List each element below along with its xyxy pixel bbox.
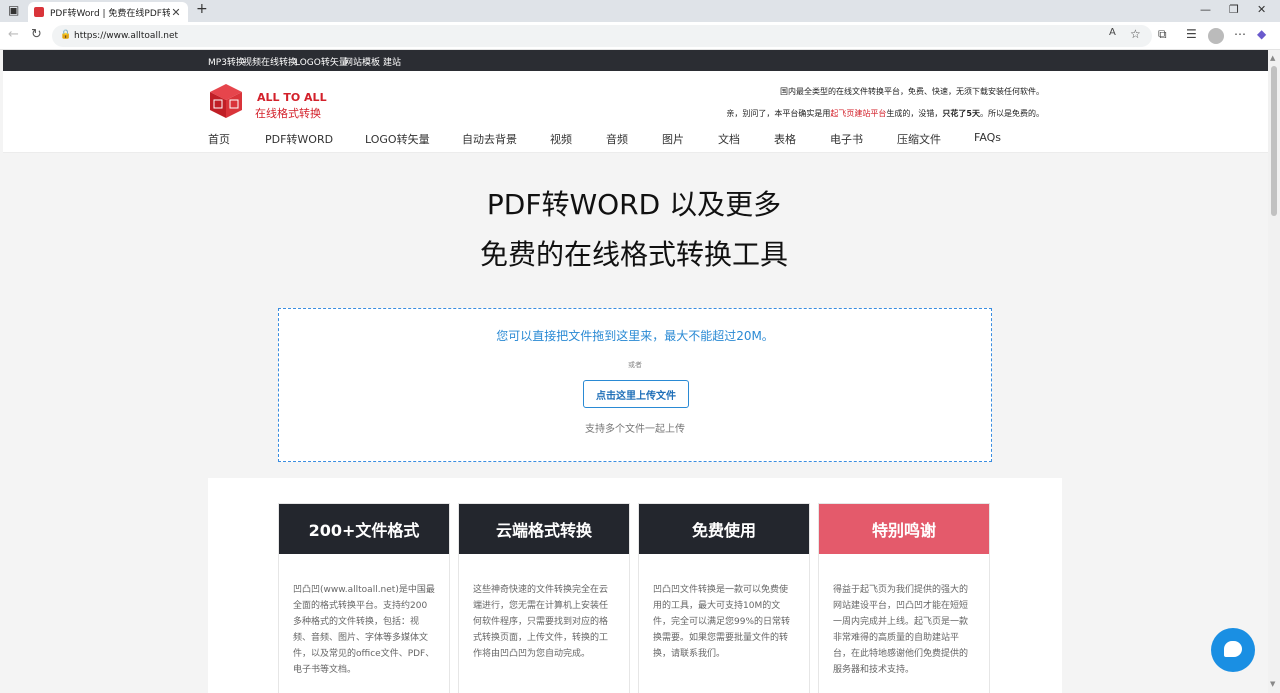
favorites-icon[interactable]: ☰ <box>1186 27 1197 41</box>
copilot-icon[interactable]: ◆ <box>1257 27 1266 41</box>
topbar-link-logo[interactable]: LOGO转矢量 <box>295 55 348 68</box>
hero-title-line-2: 免费的在线格式转换工具 <box>479 238 788 271</box>
url-text: https://www.alltoall.net <box>74 31 179 41</box>
refresh-icon[interactable]: ↻ <box>31 27 42 42</box>
logo-text-cn[interactable]: 在线格式转换 <box>255 105 321 121</box>
dropzone-instruction: 您可以直接把文件拖到这里来，最大不能超过20M。 <box>496 329 774 343</box>
more-icon[interactable]: ⋯ <box>1234 27 1246 41</box>
nav-item-faqs[interactable]: FAQs <box>974 131 1001 144</box>
page-viewport: MP3转换 视频在线转换 LOGO转矢量 网站模板 建站 ALL TO ALL … <box>0 50 1268 693</box>
back-icon[interactable]: ← <box>8 27 19 42</box>
chat-bubble-icon <box>1224 641 1242 657</box>
card-body: 这些神奇快速的文件转换完全在云端进行，您无需在计算机上安装任何软件程序，只需要找… <box>473 585 609 659</box>
slogan2-part-b: 生成的，没错， <box>886 109 943 118</box>
card-title: 云端格式转换 <box>459 504 629 554</box>
dropzone-or: 或者 <box>628 361 642 369</box>
chat-button[interactable] <box>1211 628 1255 672</box>
file-dropzone[interactable]: 您可以直接把文件拖到这里来，最大不能超过20M。 或者 点击这里上传文件 支持多… <box>278 308 992 462</box>
browser-toolbar: ← ↻ 🔒 https://www.alltoall.net A ☆ ⧉ ☰ ⋯… <box>0 22 1280 50</box>
nav-item-image[interactable]: 图片 <box>662 131 684 147</box>
feature-card-formats: 200+文件格式 凹凸凹(www.alltoall.net)是中国最全面的格式转… <box>278 503 450 693</box>
nav-item-audio[interactable]: 音频 <box>606 131 628 147</box>
topbar-link-video[interactable]: 视频在线转换 <box>243 55 297 68</box>
nav-item-remove-bg[interactable]: 自动去背景 <box>462 131 517 147</box>
dropzone-multi-note: 支持多个文件一起上传 <box>585 424 685 435</box>
scroll-down-icon[interactable]: ▼ <box>1270 680 1275 688</box>
top-link-strip: MP3转换 视频在线转换 LOGO转矢量 网站模板 建站 <box>3 50 1268 71</box>
feature-card-cloud: 云端格式转换 这些神奇快速的文件转换完全在云端进行，您无需在计算机上安装任何软件… <box>458 503 630 693</box>
profile-avatar[interactable] <box>1208 28 1224 44</box>
nav-item-ebook[interactable]: 电子书 <box>830 131 863 147</box>
slogan2-part-a: 亲，别问了，本平台确实是用 <box>726 109 831 118</box>
nav-item-pdf2word[interactable]: PDF转WORD <box>265 131 333 147</box>
browser-tabbar: ▣ PDF转Word | 免费在线PDF转Word ✕ + — ❐ ✕ <box>0 0 1280 22</box>
nav-item-home[interactable]: 首页 <box>208 131 230 147</box>
topbar-link-mp3[interactable]: MP3转换 <box>208 55 245 68</box>
slogan-line-2: 亲，别问了，本平台确实是用起飞页建站平台生成的，没错，只花了5天。所以是免费的。 <box>726 108 1044 119</box>
card-body: 凹凸凹文件转换是一款可以免费使用的工具，最大可支持10M的文件，完全可以满足您9… <box>653 585 791 659</box>
lock-icon: 🔒 <box>60 30 72 40</box>
favicon-icon <box>34 7 44 17</box>
extensions-icon[interactable]: ⧉ <box>1158 27 1167 42</box>
site-header: ALL TO ALL 在线格式转换 国内最全类型的在线文件转换平台，免费、快速，… <box>3 71 1268 153</box>
main-nav: 首页 PDF转WORD LOGO转矢量 自动去背景 视频 音频 图片 文档 表格… <box>3 131 1268 149</box>
slogan2-link[interactable]: 起飞页建站平台 <box>830 109 886 118</box>
topbar-link-templates[interactable]: 网站模板 <box>344 55 380 68</box>
nav-item-spreadsheet[interactable]: 表格 <box>774 131 796 147</box>
hero-title-line-1: PDF转WORD 以及更多 <box>486 188 782 221</box>
card-title: 特别鸣谢 <box>819 504 989 554</box>
card-title: 免费使用 <box>639 504 809 554</box>
logo-text-en[interactable]: ALL TO ALL <box>257 91 327 104</box>
read-aloud-icon[interactable]: A <box>1109 27 1116 38</box>
minimize-icon[interactable]: — <box>1200 3 1211 16</box>
favorite-star-icon[interactable]: ☆ <box>1130 27 1141 41</box>
tab-title: PDF转Word | 免费在线PDF转Word <box>50 8 170 19</box>
feature-card-free: 免费使用 凹凸凹文件转换是一款可以免费使用的工具，最大可支持10M的文件，完全可… <box>638 503 810 693</box>
nav-item-logo[interactable]: LOGO转矢量 <box>365 131 430 147</box>
slogan-line-1: 国内最全类型的在线文件转换平台，免费、快速，无须下载安装任何软件。 <box>780 87 1044 96</box>
page-scrollbar[interactable]: ▲ ▼ <box>1268 50 1280 693</box>
card-body: 凹凸凹(www.alltoall.net)是中国最全面的格式转换平台。支持约20… <box>293 585 435 675</box>
new-tab-icon[interactable]: + <box>196 1 208 17</box>
upload-file-button[interactable]: 点击这里上传文件 <box>583 380 689 408</box>
feature-cards: 200+文件格式 凹凸凹(www.alltoall.net)是中国最全面的格式转… <box>208 478 1062 693</box>
feature-card-thanks: 特别鸣谢 得益于起飞页为我们提供的强大的网站建设平台，凹凸凹才能在短短一周内完成… <box>818 503 990 693</box>
maximize-icon[interactable]: ❐ <box>1229 3 1239 16</box>
address-bar[interactable]: 🔒 https://www.alltoall.net <box>52 25 1152 47</box>
close-window-icon[interactable]: ✕ <box>1257 3 1266 16</box>
scroll-up-icon[interactable]: ▲ <box>1270 54 1275 62</box>
card-title: 200+文件格式 <box>279 504 449 554</box>
slogan2-bold: 只花了5天 <box>942 109 980 118</box>
nav-item-document[interactable]: 文档 <box>718 131 740 147</box>
close-tab-icon[interactable]: ✕ <box>170 6 182 19</box>
slogan2-part-c: 。所以是免费的。 <box>980 109 1044 118</box>
nav-item-archive[interactable]: 压缩文件 <box>897 131 941 147</box>
browser-tab[interactable]: PDF转Word | 免费在线PDF转Word ✕ <box>28 2 188 22</box>
scrollbar-thumb[interactable] <box>1271 66 1277 216</box>
topbar-link-build[interactable]: 建站 <box>383 55 401 68</box>
tab-actions-icon[interactable]: ▣ <box>8 3 19 17</box>
card-body: 得益于起飞页为我们提供的强大的网站建设平台，凹凸凹才能在短短一周内完成并上线。起… <box>833 585 969 675</box>
logo-cube-icon[interactable] <box>209 83 243 119</box>
nav-item-video[interactable]: 视频 <box>550 131 572 147</box>
